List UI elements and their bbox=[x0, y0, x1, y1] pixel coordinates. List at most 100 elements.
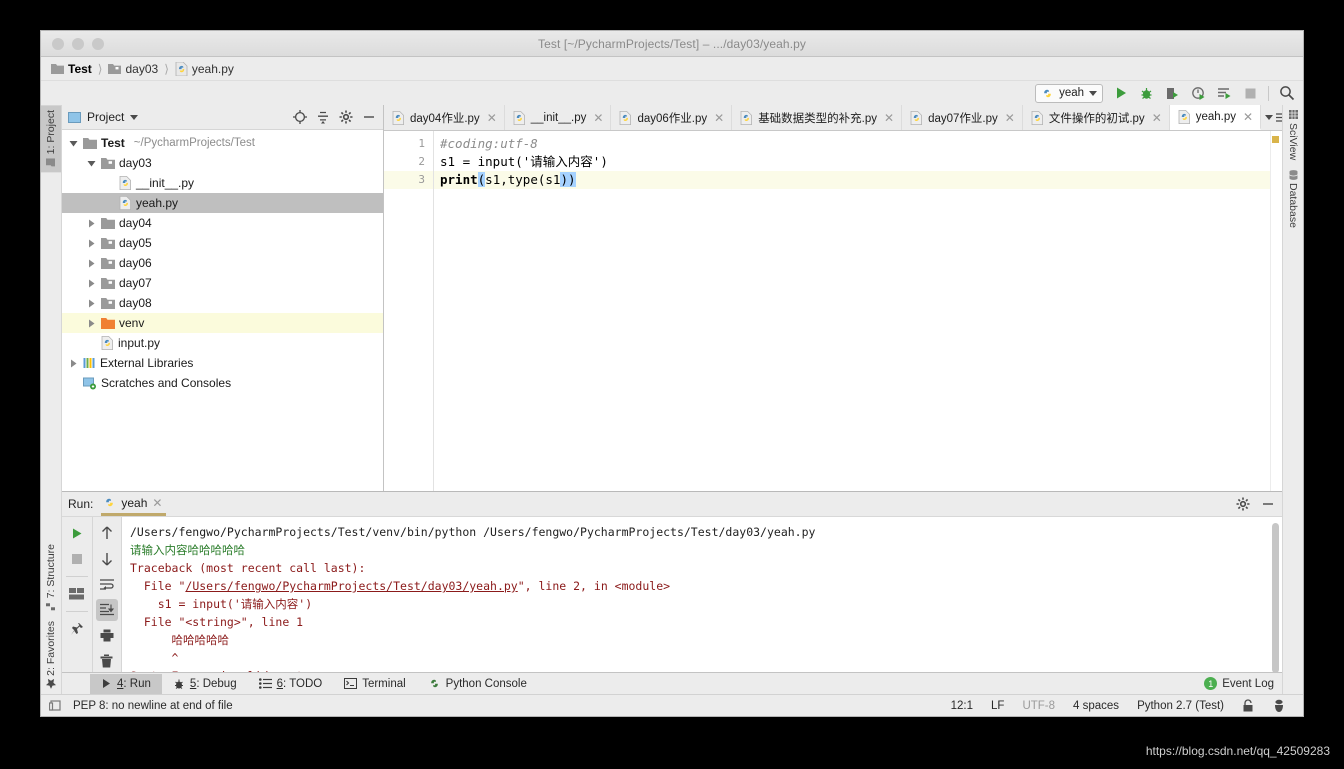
arrow-up-icon[interactable] bbox=[96, 522, 118, 544]
editor-tab-1[interactable]: day04作业.py ✕ bbox=[384, 105, 505, 130]
debug-icon[interactable] bbox=[1138, 85, 1155, 102]
bottom-item-debug[interactable]: 5: Debug bbox=[162, 674, 248, 694]
rerun-icon[interactable] bbox=[66, 522, 88, 544]
tree-node-day03[interactable]: day03 bbox=[62, 153, 383, 173]
sidebar-item-sciview[interactable]: SciView bbox=[1283, 105, 1303, 165]
stop-icon[interactable] bbox=[1242, 85, 1259, 102]
file-encoding[interactable]: UTF-8 bbox=[1013, 700, 1064, 712]
gear-icon[interactable] bbox=[1234, 496, 1251, 513]
chevron-down-icon[interactable] bbox=[130, 114, 139, 120]
sidebar-item-structure[interactable]: 7: Structure bbox=[41, 539, 61, 616]
editor-tab-3[interactable]: day06作业.py ✕ bbox=[611, 105, 733, 130]
bottom-item-todo[interactable]: 6: TODO bbox=[248, 674, 334, 694]
editor-area: day04作业.py ✕ __init__.py ✕ day06作业.py ✕ 基础数据类型… bbox=[384, 105, 1282, 491]
folder-icon bbox=[51, 63, 64, 74]
chevron-down-icon[interactable] bbox=[86, 158, 97, 169]
caret-position[interactable]: 12:1 bbox=[942, 700, 982, 712]
hide-icon[interactable] bbox=[1259, 496, 1276, 513]
line-separator[interactable]: LF bbox=[982, 700, 1013, 712]
gear-icon[interactable] bbox=[337, 109, 354, 126]
hide-icon[interactable] bbox=[360, 109, 377, 126]
bottom-item-run[interactable]: 4: Run bbox=[90, 673, 162, 694]
code-editor[interactable]: 1 2 3 #coding:utf-8 s1 = input('请输入内容') … bbox=[384, 131, 1282, 491]
editor-tab-2[interactable]: __init__.py ✕ bbox=[505, 105, 612, 130]
run-tab-yeah[interactable]: yeah ✕ bbox=[101, 493, 167, 516]
chevron-right-icon[interactable] bbox=[86, 298, 97, 309]
close-icon[interactable]: ✕ bbox=[487, 111, 497, 125]
tree-node-external-libraries[interactable]: External Libraries bbox=[62, 353, 383, 373]
breadcrumb-item-project[interactable]: Test bbox=[51, 62, 92, 76]
editor-tab-6[interactable]: 文件操作的初试.py ✕ bbox=[1023, 105, 1170, 130]
trash-icon[interactable] bbox=[96, 650, 118, 672]
tree-node-yeah-py[interactable]: yeah.py bbox=[62, 193, 383, 213]
tree-node-day06[interactable]: day06 bbox=[62, 253, 383, 273]
python-interpreter[interactable]: Python 2.7 (Test) bbox=[1128, 700, 1233, 712]
close-icon[interactable]: ✕ bbox=[1152, 111, 1162, 125]
code-lines[interactable]: #coding:utf-8 s1 = input('请输入内容') print(… bbox=[434, 131, 1282, 491]
run-with-console-icon[interactable] bbox=[1216, 85, 1233, 102]
profile-icon[interactable] bbox=[1190, 85, 1207, 102]
inspection-icon[interactable] bbox=[49, 699, 63, 713]
sidebar-item-project[interactable]: 1: Project bbox=[41, 105, 61, 173]
collapse-all-icon[interactable] bbox=[314, 109, 331, 126]
close-icon[interactable]: ✕ bbox=[1243, 110, 1253, 124]
project-panel-header: Project bbox=[62, 105, 383, 130]
tree-node-day07[interactable]: day07 bbox=[62, 273, 383, 293]
event-log-button[interactable]: 1 Event Log bbox=[1204, 677, 1282, 690]
tree-node-day08[interactable]: day08 bbox=[62, 293, 383, 313]
chevron-right-icon[interactable] bbox=[86, 218, 97, 229]
bottom-item-python-console[interactable]: Python Console bbox=[417, 674, 538, 694]
tree-node-day04[interactable]: day04 bbox=[62, 213, 383, 233]
chevron-right-icon[interactable] bbox=[68, 358, 79, 369]
console-output[interactable]: /Users/fengwo/PycharmProjects/Test/venv/… bbox=[122, 517, 1282, 672]
run-configuration-selector[interactable]: yeah bbox=[1035, 83, 1103, 103]
inspector-icon[interactable] bbox=[1263, 699, 1295, 713]
chevron-right-icon[interactable] bbox=[86, 258, 97, 269]
chevron-down-icon[interactable] bbox=[1089, 90, 1097, 96]
editor-tab-4[interactable]: 基础数据类型的补充.py ✕ bbox=[732, 105, 903, 130]
chevron-down-icon[interactable] bbox=[68, 138, 79, 149]
tree-node-day05[interactable]: day05 bbox=[62, 233, 383, 253]
file-link[interactable]: /Users/fengwo/PycharmProjects/Test/day03… bbox=[185, 579, 517, 593]
close-icon[interactable]: ✕ bbox=[593, 111, 603, 125]
sidebar-item-database[interactable]: Database bbox=[1283, 165, 1303, 233]
layout-icon[interactable] bbox=[66, 583, 88, 605]
bottom-item-terminal[interactable]: Terminal bbox=[333, 674, 416, 694]
editor-tab-5[interactable]: day07作业.py ✕ bbox=[902, 105, 1023, 130]
tree-node-venv[interactable]: venv bbox=[62, 313, 383, 333]
bottom-item-run-num: 4 bbox=[117, 677, 124, 690]
chevron-right-icon[interactable] bbox=[86, 278, 97, 289]
close-icon[interactable]: ✕ bbox=[714, 111, 724, 125]
run-icon[interactable] bbox=[1112, 85, 1129, 102]
warning-marker[interactable] bbox=[1272, 136, 1279, 143]
console-line-with-link: File "/Users/fengwo/PycharmProjects/Test… bbox=[130, 579, 671, 593]
run-coverage-icon[interactable] bbox=[1164, 85, 1181, 102]
print-icon[interactable] bbox=[96, 625, 118, 647]
soft-wrap-icon[interactable] bbox=[96, 573, 118, 595]
arrow-down-icon[interactable] bbox=[96, 548, 118, 570]
tree-node-test[interactable]: Test ~/PycharmProjects/Test bbox=[62, 133, 383, 153]
breadcrumb-item-folder[interactable]: day03 bbox=[108, 62, 158, 76]
pin-icon[interactable] bbox=[66, 618, 88, 640]
tree-node-input-py[interactable]: input.py bbox=[62, 333, 383, 353]
tree-node--init-py[interactable]: __init__.py bbox=[62, 173, 383, 193]
tree-node-scratches-and-consoles[interactable]: Scratches and Consoles bbox=[62, 373, 383, 393]
breadcrumb-item-file[interactable]: yeah.py bbox=[175, 61, 234, 76]
project-tree[interactable]: Test ~/PycharmProjects/Test day03 __init__.… bbox=[62, 130, 383, 491]
search-everywhere-icon[interactable] bbox=[1278, 85, 1295, 102]
chevron-right-icon[interactable] bbox=[86, 318, 97, 329]
chevron-down-icon[interactable] bbox=[1265, 115, 1274, 120]
close-icon[interactable]: ✕ bbox=[152, 496, 162, 510]
lock-icon[interactable] bbox=[1233, 699, 1263, 712]
console-scrollbar[interactable] bbox=[1272, 523, 1279, 672]
target-icon[interactable] bbox=[291, 109, 308, 126]
indent-setting[interactable]: 4 spaces bbox=[1064, 700, 1128, 712]
chevron-right-icon[interactable] bbox=[86, 238, 97, 249]
sidebar-item-favorites[interactable]: 2: Favorites bbox=[41, 616, 61, 694]
stop-icon[interactable] bbox=[66, 548, 88, 570]
close-icon[interactable]: ✕ bbox=[1005, 111, 1015, 125]
scroll-to-end-icon[interactable] bbox=[95, 599, 118, 621]
error-stripe[interactable] bbox=[1270, 131, 1282, 491]
editor-tab-7[interactable]: yeah.py ✕ bbox=[1169, 105, 1262, 130]
close-icon[interactable]: ✕ bbox=[884, 111, 894, 125]
